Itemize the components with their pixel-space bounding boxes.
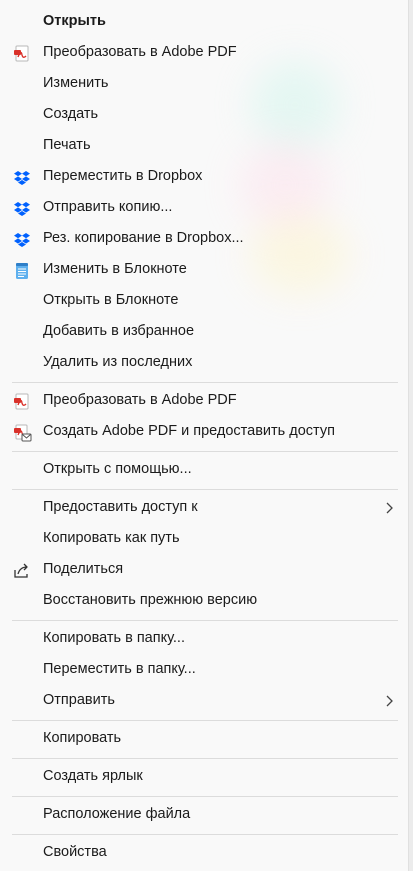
- menu-item-create-adobe-pdf-and-share[interactable]: Создать Adobe PDF и предоставить доступ: [8, 417, 400, 447]
- adobe-pdf-icon: [12, 44, 32, 64]
- menu-item-open-in-notepad[interactable]: Открыть в Блокноте: [8, 286, 400, 316]
- menu-item-label: Преобразовать в Adobe PDF: [43, 44, 237, 60]
- menu-item-move-to-folder[interactable]: Переместить в папку...: [8, 655, 400, 685]
- menu-item-label: Копировать в папку...: [43, 630, 185, 646]
- menu-item-backup-to-dropbox[interactable]: Рез. копирование в Dropbox...: [8, 224, 400, 254]
- menu-item-new[interactable]: Создать: [8, 100, 400, 130]
- adobe-pdf-share-icon: [12, 423, 32, 443]
- menu-item-file-location[interactable]: Расположение файла: [8, 800, 400, 830]
- menu-item-edit-in-notepad[interactable]: Изменить в Блокноте: [8, 255, 400, 285]
- menu-item-edit[interactable]: Изменить: [8, 69, 400, 99]
- menu-item-open-with[interactable]: Открыть с помощью...: [8, 455, 400, 485]
- menu-item-label: Отправить: [43, 692, 115, 708]
- menu-item-give-access-to[interactable]: Предоставить доступ к: [8, 493, 400, 523]
- menu-item-label: Рез. копирование в Dropbox...: [43, 230, 244, 246]
- menu-item-label: Изменить в Блокноте: [43, 261, 187, 277]
- menu-item-move-to-dropbox[interactable]: Переместить в Dropbox: [8, 162, 400, 192]
- menu-item-label: Добавить в избранное: [43, 323, 195, 339]
- dropbox-icon: [12, 230, 32, 250]
- menu-item-label: Преобразовать в Adobe PDF: [43, 392, 237, 408]
- menu-item-properties[interactable]: Свойства: [8, 838, 400, 868]
- chevron-right-icon: [384, 501, 396, 515]
- menu-item-restore-previous-version[interactable]: Восстановить прежнюю версию: [8, 586, 400, 616]
- menu-item-open[interactable]: Открыть: [8, 7, 400, 37]
- menu-item-share[interactable]: Поделиться: [8, 555, 400, 585]
- menu-item-remove-from-recent[interactable]: Удалить из последних: [8, 348, 400, 378]
- menu-item-convert-to-adobe-pdf-2[interactable]: Преобразовать в Adobe PDF: [8, 386, 400, 416]
- menu-item-label: Открыть: [43, 13, 106, 29]
- menu-item-label: Отправить копию...: [43, 199, 173, 215]
- menu-item-create-shortcut[interactable]: Создать ярлык: [8, 762, 400, 792]
- menu-item-label: Переместить в папку...: [43, 661, 196, 677]
- dropbox-icon: [12, 199, 32, 219]
- menu-item-label: Восстановить прежнюю версию: [43, 592, 258, 608]
- menu-item-send-copy[interactable]: Отправить копию...: [8, 193, 400, 223]
- menu-item-label: Изменить: [43, 75, 109, 91]
- menu-item-print[interactable]: Печать: [8, 131, 400, 161]
- menu-item-label: Копировать как путь: [43, 530, 180, 546]
- separator: [12, 720, 398, 721]
- separator: [12, 489, 398, 490]
- menu-item-label: Расположение файла: [43, 806, 191, 822]
- menu-item-label: Создать ярлык: [43, 768, 143, 784]
- menu-item-copy-to-folder[interactable]: Копировать в папку...: [8, 624, 400, 654]
- menu-item-convert-to-adobe-pdf[interactable]: Преобразовать в Adobe PDF: [8, 38, 400, 68]
- notepad-icon: [12, 261, 32, 281]
- adobe-pdf-icon: [12, 392, 32, 412]
- separator: [12, 796, 398, 797]
- separator: [12, 382, 398, 383]
- menu-item-send-to[interactable]: Отправить: [8, 686, 400, 716]
- menu-item-copy-as-path[interactable]: Копировать как путь: [8, 524, 400, 554]
- separator: [12, 758, 398, 759]
- menu-item-label: Печать: [43, 137, 91, 153]
- menu-item-label: Свойства: [43, 844, 107, 860]
- menu-item-label: Предоставить доступ к: [43, 499, 198, 515]
- menu-item-add-to-favorites[interactable]: Добавить в избранное: [8, 317, 400, 347]
- chevron-right-icon: [384, 694, 396, 708]
- menu-item-label: Поделиться: [43, 561, 124, 577]
- menu-item-label: Копировать: [43, 730, 122, 746]
- menu-item-label: Удалить из последних: [43, 354, 193, 370]
- background-window-edge: [409, 0, 413, 871]
- menu-item-label: Переместить в Dropbox: [43, 168, 203, 184]
- menu-item-label: Создать: [43, 106, 99, 122]
- separator: [12, 451, 398, 452]
- context-menu: Открыть Преобразовать в Adobe PDF Измени…: [0, 0, 409, 871]
- separator: [12, 620, 398, 621]
- menu-item-label: Открыть в Блокноте: [43, 292, 179, 308]
- separator: [12, 834, 398, 835]
- menu-item-label: Открыть с помощью...: [43, 461, 192, 477]
- share-icon: [12, 561, 32, 581]
- menu-item-label: Создать Adobe PDF и предоставить доступ: [43, 423, 335, 439]
- dropbox-icon: [12, 168, 32, 188]
- menu-item-copy[interactable]: Копировать: [8, 724, 400, 754]
